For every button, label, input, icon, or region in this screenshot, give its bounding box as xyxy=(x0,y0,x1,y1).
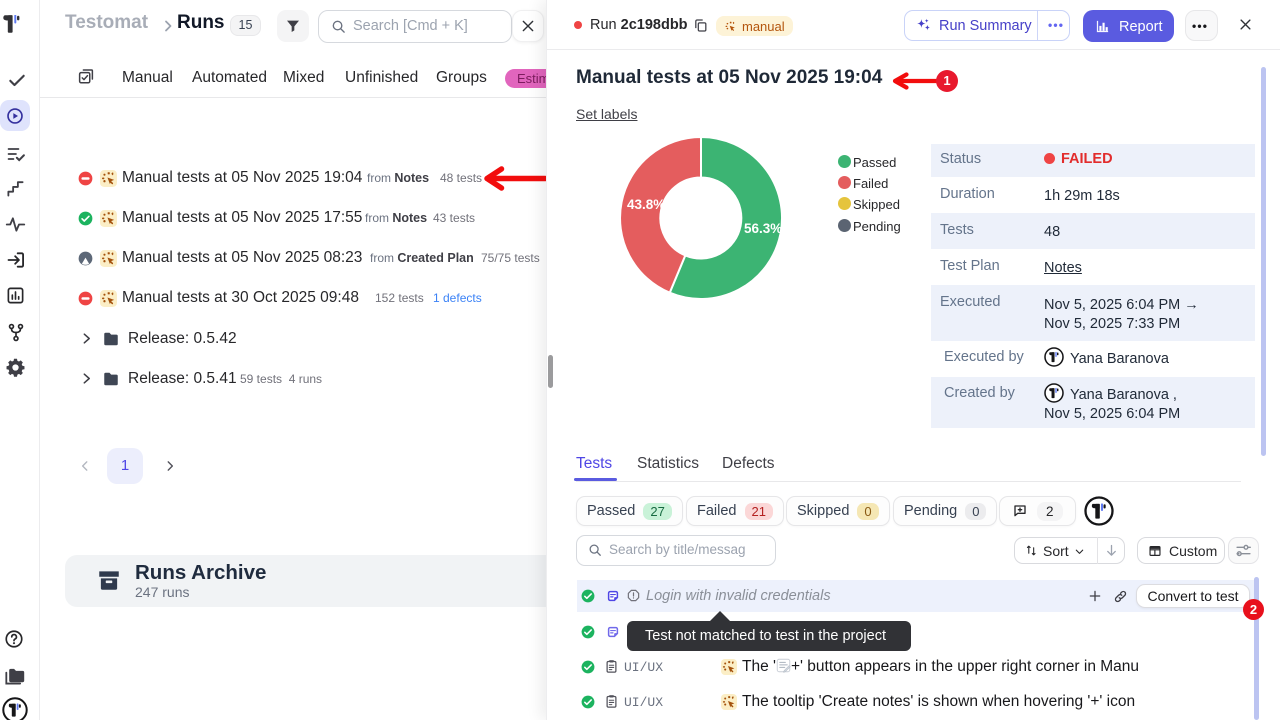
svg-text:43.8%: 43.8% xyxy=(627,197,665,212)
svg-text:56.3%: 56.3% xyxy=(744,221,782,236)
